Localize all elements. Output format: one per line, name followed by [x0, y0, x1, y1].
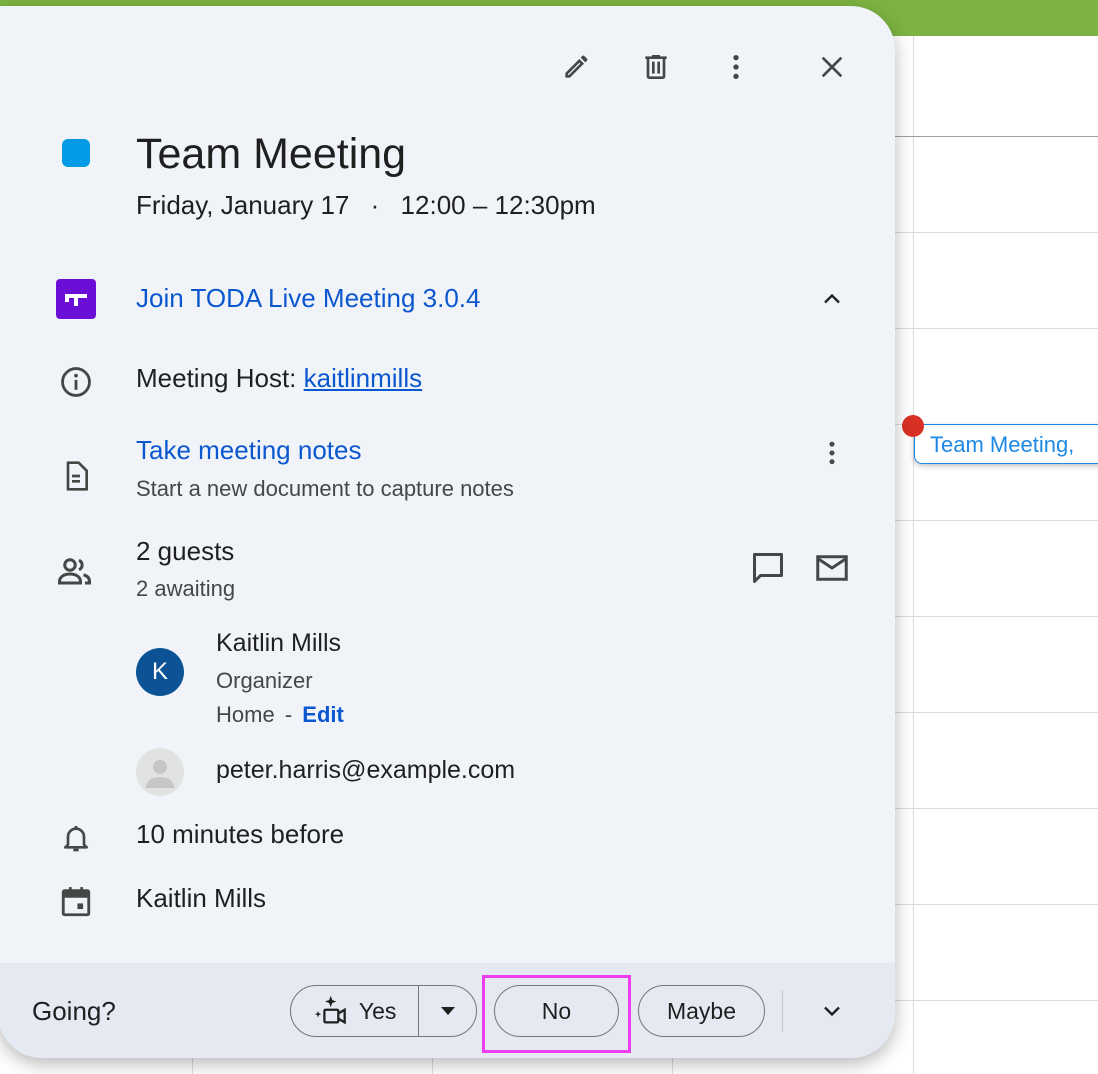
grid-line — [895, 328, 1098, 329]
event-title: Team Meeting — [136, 130, 407, 178]
event-datetime: Friday, January 17 · 12:00 – 12:30pm — [136, 190, 596, 221]
chevron-down-icon — [824, 1006, 840, 1017]
guest-location-text: Home — [216, 702, 275, 727]
guest-status: 2 awaiting — [136, 576, 236, 601]
chat-guests-button[interactable] — [744, 544, 792, 592]
calendar-owner: Kaitlin Mills — [136, 883, 267, 913]
more-vert-icon — [829, 441, 835, 465]
avatar: K — [136, 648, 184, 696]
grid-line — [895, 616, 1098, 617]
current-time-indicator — [902, 415, 924, 437]
video-sparkle-icon — [314, 995, 346, 1025]
grid-line — [895, 520, 1098, 521]
meeting-host: Meeting Host: kaitlinmills — [136, 363, 422, 394]
footer-divider — [782, 990, 783, 1032]
join-meeting-link[interactable]: Join TODA Live Meeting 3.0.4 — [136, 283, 480, 314]
selection-highlight — [482, 975, 631, 1053]
more-rsvp-options-button[interactable] — [808, 987, 856, 1035]
grid-line — [895, 136, 1098, 137]
event-color-swatch — [62, 139, 90, 167]
rsvp-yes-button[interactable]: Yes — [291, 986, 420, 1036]
location-separator: - — [284, 702, 293, 727]
grid-line — [895, 808, 1098, 809]
more-vert-icon — [733, 55, 739, 79]
event-time: 12:00 – 12:30pm — [400, 190, 596, 220]
toda-logo-icon — [56, 279, 96, 319]
close-button[interactable] — [808, 43, 856, 91]
mail-icon — [816, 555, 848, 581]
people-icon — [54, 551, 98, 591]
rsvp-footer: Going? Yes No Maybe — [0, 963, 895, 1058]
pencil-icon — [565, 55, 588, 78]
close-icon — [821, 56, 843, 78]
reminder-text: 10 minutes before — [136, 819, 345, 849]
grid-line — [895, 904, 1098, 905]
rsvp-maybe-button[interactable]: Maybe — [638, 985, 765, 1037]
grid-line — [895, 712, 1098, 713]
take-notes-link[interactable]: Take meeting notes — [136, 435, 361, 466]
guest-count: 2 guests — [136, 536, 235, 566]
edit-location-link[interactable]: Edit — [302, 702, 344, 727]
guest-location: Home - Edit — [216, 702, 344, 728]
more-options-button[interactable] — [712, 43, 760, 91]
document-icon — [56, 454, 96, 498]
edit-button[interactable] — [552, 43, 600, 91]
chat-icon — [753, 553, 783, 583]
take-notes-description: Start a new document to capture notes — [136, 476, 514, 501]
rsvp-yes-group: Yes — [290, 985, 477, 1037]
caret-down-icon — [440, 1007, 455, 1015]
calendar-event-chip[interactable]: Team Meeting, — [914, 424, 1098, 464]
bell-icon — [56, 818, 96, 858]
event-details-popup: Team Meeting Friday, January 17 · 12:00 … — [0, 6, 895, 1058]
notes-more-button[interactable] — [808, 429, 856, 477]
meeting-host-link[interactable]: kaitlinmills — [304, 363, 422, 393]
calendar-icon — [56, 882, 96, 922]
chevron-up-icon — [824, 293, 840, 304]
trash-icon — [645, 55, 667, 79]
rsvp-yes-dropdown[interactable] — [419, 986, 476, 1036]
info-icon — [56, 362, 96, 402]
grid-line — [895, 1000, 1098, 1001]
grid-line — [895, 232, 1098, 233]
collapse-conference-button[interactable] — [808, 275, 856, 323]
datetime-separator: · — [370, 190, 380, 220]
guest-email: peter.harris@example.com — [216, 756, 516, 784]
rsvp-yes-label: Yes — [358, 997, 397, 1024]
avatar — [136, 748, 184, 796]
delete-button[interactable] — [632, 43, 680, 91]
meeting-host-label: Meeting Host: — [136, 363, 304, 393]
guest-role: Organizer — [216, 668, 313, 693]
grid-line — [913, 36, 914, 1074]
guest-name: Kaitlin Mills — [216, 629, 342, 657]
event-date: Friday, January 17 — [136, 190, 350, 220]
email-guests-button[interactable] — [808, 544, 856, 592]
rsvp-question: Going? — [32, 996, 116, 1026]
